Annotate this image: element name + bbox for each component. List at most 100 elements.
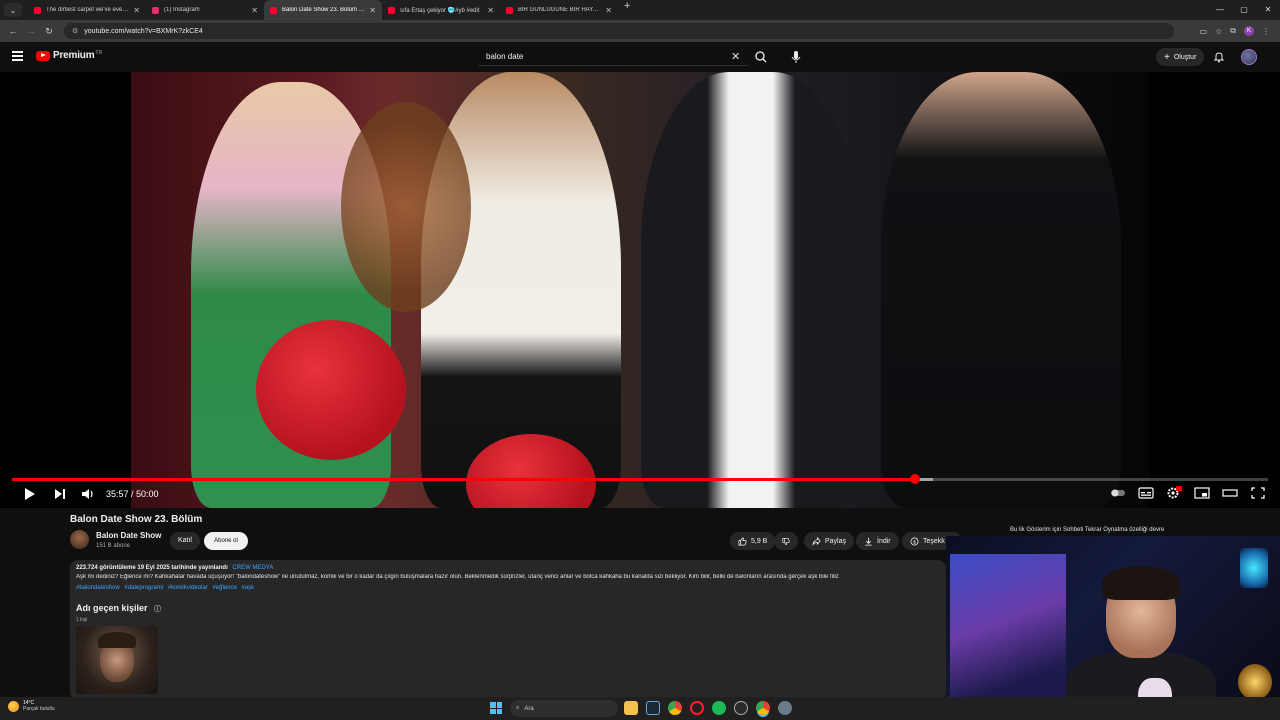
file-explorer-icon[interactable] [624,701,638,715]
neon-light [1240,548,1268,588]
settings-gear-icon[interactable] [1166,486,1182,500]
hashtag-link[interactable]: #dateprogrami [124,585,163,591]
info-icon[interactable]: ⓘ [154,606,161,613]
taskbar-search[interactable]: ⌕ Ara [510,700,618,717]
cast-icon[interactable]: ▭ [1200,27,1208,36]
forward-icon[interactable]: → [22,26,40,36]
windows-start-icon[interactable] [490,702,502,714]
instagram-favicon-icon [152,6,159,14]
hashtag-link[interactable]: #aşk [241,585,254,591]
youtube-favicon-icon [34,6,41,14]
url-field[interactable]: ⚙ youtube.com/watch?v=BXMrK?zkCE4 [64,23,1174,39]
tab-close-icon[interactable]: ✕ [369,6,376,15]
reload-icon[interactable]: ↻ [40,26,58,37]
progress-bar[interactable] [12,474,1268,484]
browser-tab[interactable]: (1) Instagram ✕ [146,0,264,20]
extensions-icon[interactable]: ⧉ [1230,26,1236,36]
account-avatar[interactable] [1241,49,1257,65]
xbox-icon[interactable] [734,701,748,715]
dislike-button[interactable] [774,532,798,550]
video-player[interactable]: 35:57 / 50:00 [0,72,1280,508]
settings-app-icon[interactable] [778,701,792,715]
weather-text: 14°C Parçalı bulutlu [23,700,55,712]
volume-icon[interactable] [80,487,96,501]
maximize-icon[interactable]: ▢ [1232,0,1256,20]
mentioned-people-count: 1 kişi [76,617,88,623]
desk-lamp [1238,664,1272,700]
tab-close-icon[interactable]: ✕ [251,6,258,15]
site-info-icon[interactable]: ⚙ [72,27,78,35]
hashtags-row: #balondateshow #dateprogrami #komikvideo… [76,585,257,591]
profile-avatar[interactable]: K [1244,26,1254,36]
tab-title: (1) Instagram [164,7,200,13]
notifications-bell-icon[interactable] [1213,51,1225,63]
clear-search-icon[interactable]: ✕ [731,50,740,63]
join-button[interactable]: Katıl [170,532,200,550]
hamburger-menu-icon[interactable] [12,51,23,61]
browser-tab[interactable]: The dirtiest carpet we've ever cl ✕ [28,0,146,20]
play-icon[interactable] [22,487,38,501]
screen: ⌄ The dirtiest carpet we've ever cl ✕ (1… [0,0,1280,720]
browser-tab[interactable]: sıfa Ertaş çekiyor 🥶#yb #edit ✕ [382,0,500,20]
subtitles-icon[interactable] [1138,486,1154,500]
url-text: youtube.com/watch?v=BXMrK?zkCE4 [84,27,203,35]
create-button[interactable]: + Oluştur [1156,48,1205,66]
new-tab-icon[interactable]: + [624,0,630,20]
thumbs-down-icon [782,537,790,545]
back-icon[interactable]: ← [4,26,22,36]
tab-close-icon[interactable]: ✕ [133,6,140,15]
tab-close-icon[interactable]: ✕ [487,6,494,15]
weather-widget[interactable]: 14°C Parçalı bulutlu [8,700,55,712]
description-panel[interactable] [70,560,946,700]
channel-name[interactable]: Balon Date Show [96,531,161,540]
search-icon[interactable] [752,48,770,66]
like-button[interactable]: 5,9 B [730,532,776,550]
bookmark-star-icon[interactable]: ☆ [1215,27,1222,36]
subscribe-button[interactable]: Abone ol [204,532,248,550]
chrome-icon[interactable] [668,701,682,715]
hashtag-link[interactable]: #balondateshow [76,585,120,591]
tab-search-button[interactable]: ⌄ [4,3,22,17]
miniplayer-icon[interactable] [1194,486,1210,500]
fullscreen-icon[interactable] [1250,486,1266,500]
browser-menu-icon[interactable]: ⋮ [1262,27,1270,36]
taskbar-search-placeholder: Ara [524,705,534,712]
download-button[interactable]: İndir [856,532,899,550]
channel-avatar[interactable] [70,530,89,549]
weather-description: Parçalı bulutlu [23,706,55,712]
tab-close-icon[interactable]: ✕ [605,6,612,15]
next-icon[interactable] [52,487,68,501]
share-button[interactable]: Paylaş [804,532,855,550]
chrome-active-icon[interactable] [756,701,770,715]
opera-icon[interactable] [690,701,704,715]
autoplay-toggle-icon[interactable] [1110,486,1126,500]
super-thanks-icon: $ [910,537,919,545]
browser-tab-active[interactable]: Balon Date Show 23. Bölüm - Y ✕ [264,0,382,20]
time-display: 35:57 / 50:00 [106,489,159,499]
close-window-icon[interactable]: ✕ [1256,0,1280,20]
toolbar-right: ▭ ☆ ⧉ K ⋮ [1200,26,1270,36]
browser-tab-bar: ⌄ The dirtiest carpet we've ever cl ✕ (1… [0,0,1280,20]
logo-text: Premium [53,50,95,61]
hashtag-link[interactable]: #komikvideolar [168,585,208,591]
minimize-icon[interactable]: — [1208,0,1232,20]
browser-tab[interactable]: BİR GÜNLÜĞÜNE BİR HAYATI D ✕ [500,0,618,20]
theater-mode-icon[interactable] [1222,486,1238,500]
description-tag-link[interactable]: CREW MEDYA [232,565,273,571]
video-title: Balon Date Show 23. Bölüm [70,514,203,525]
person-hair [98,632,136,648]
hashtag-link[interactable]: #eğlence [212,585,236,591]
webcam-overlay [946,536,1280,720]
mentioned-person-card[interactable] [76,626,158,694]
share-label: Paylaş [825,537,847,545]
youtube-logo[interactable]: Premium TR [36,50,102,61]
create-label: Oluştur [1173,53,1197,61]
teddy-bear [341,102,471,312]
steam-icon[interactable] [646,701,660,715]
youtube-favicon-icon [270,6,277,14]
search-input[interactable]: balon date [478,48,748,66]
spotify-icon[interactable] [712,701,726,715]
microphone-icon[interactable] [788,48,804,66]
download-label: İndir [877,537,891,545]
tab-title: Balon Date Show 23. Bölüm - Y [282,7,366,13]
